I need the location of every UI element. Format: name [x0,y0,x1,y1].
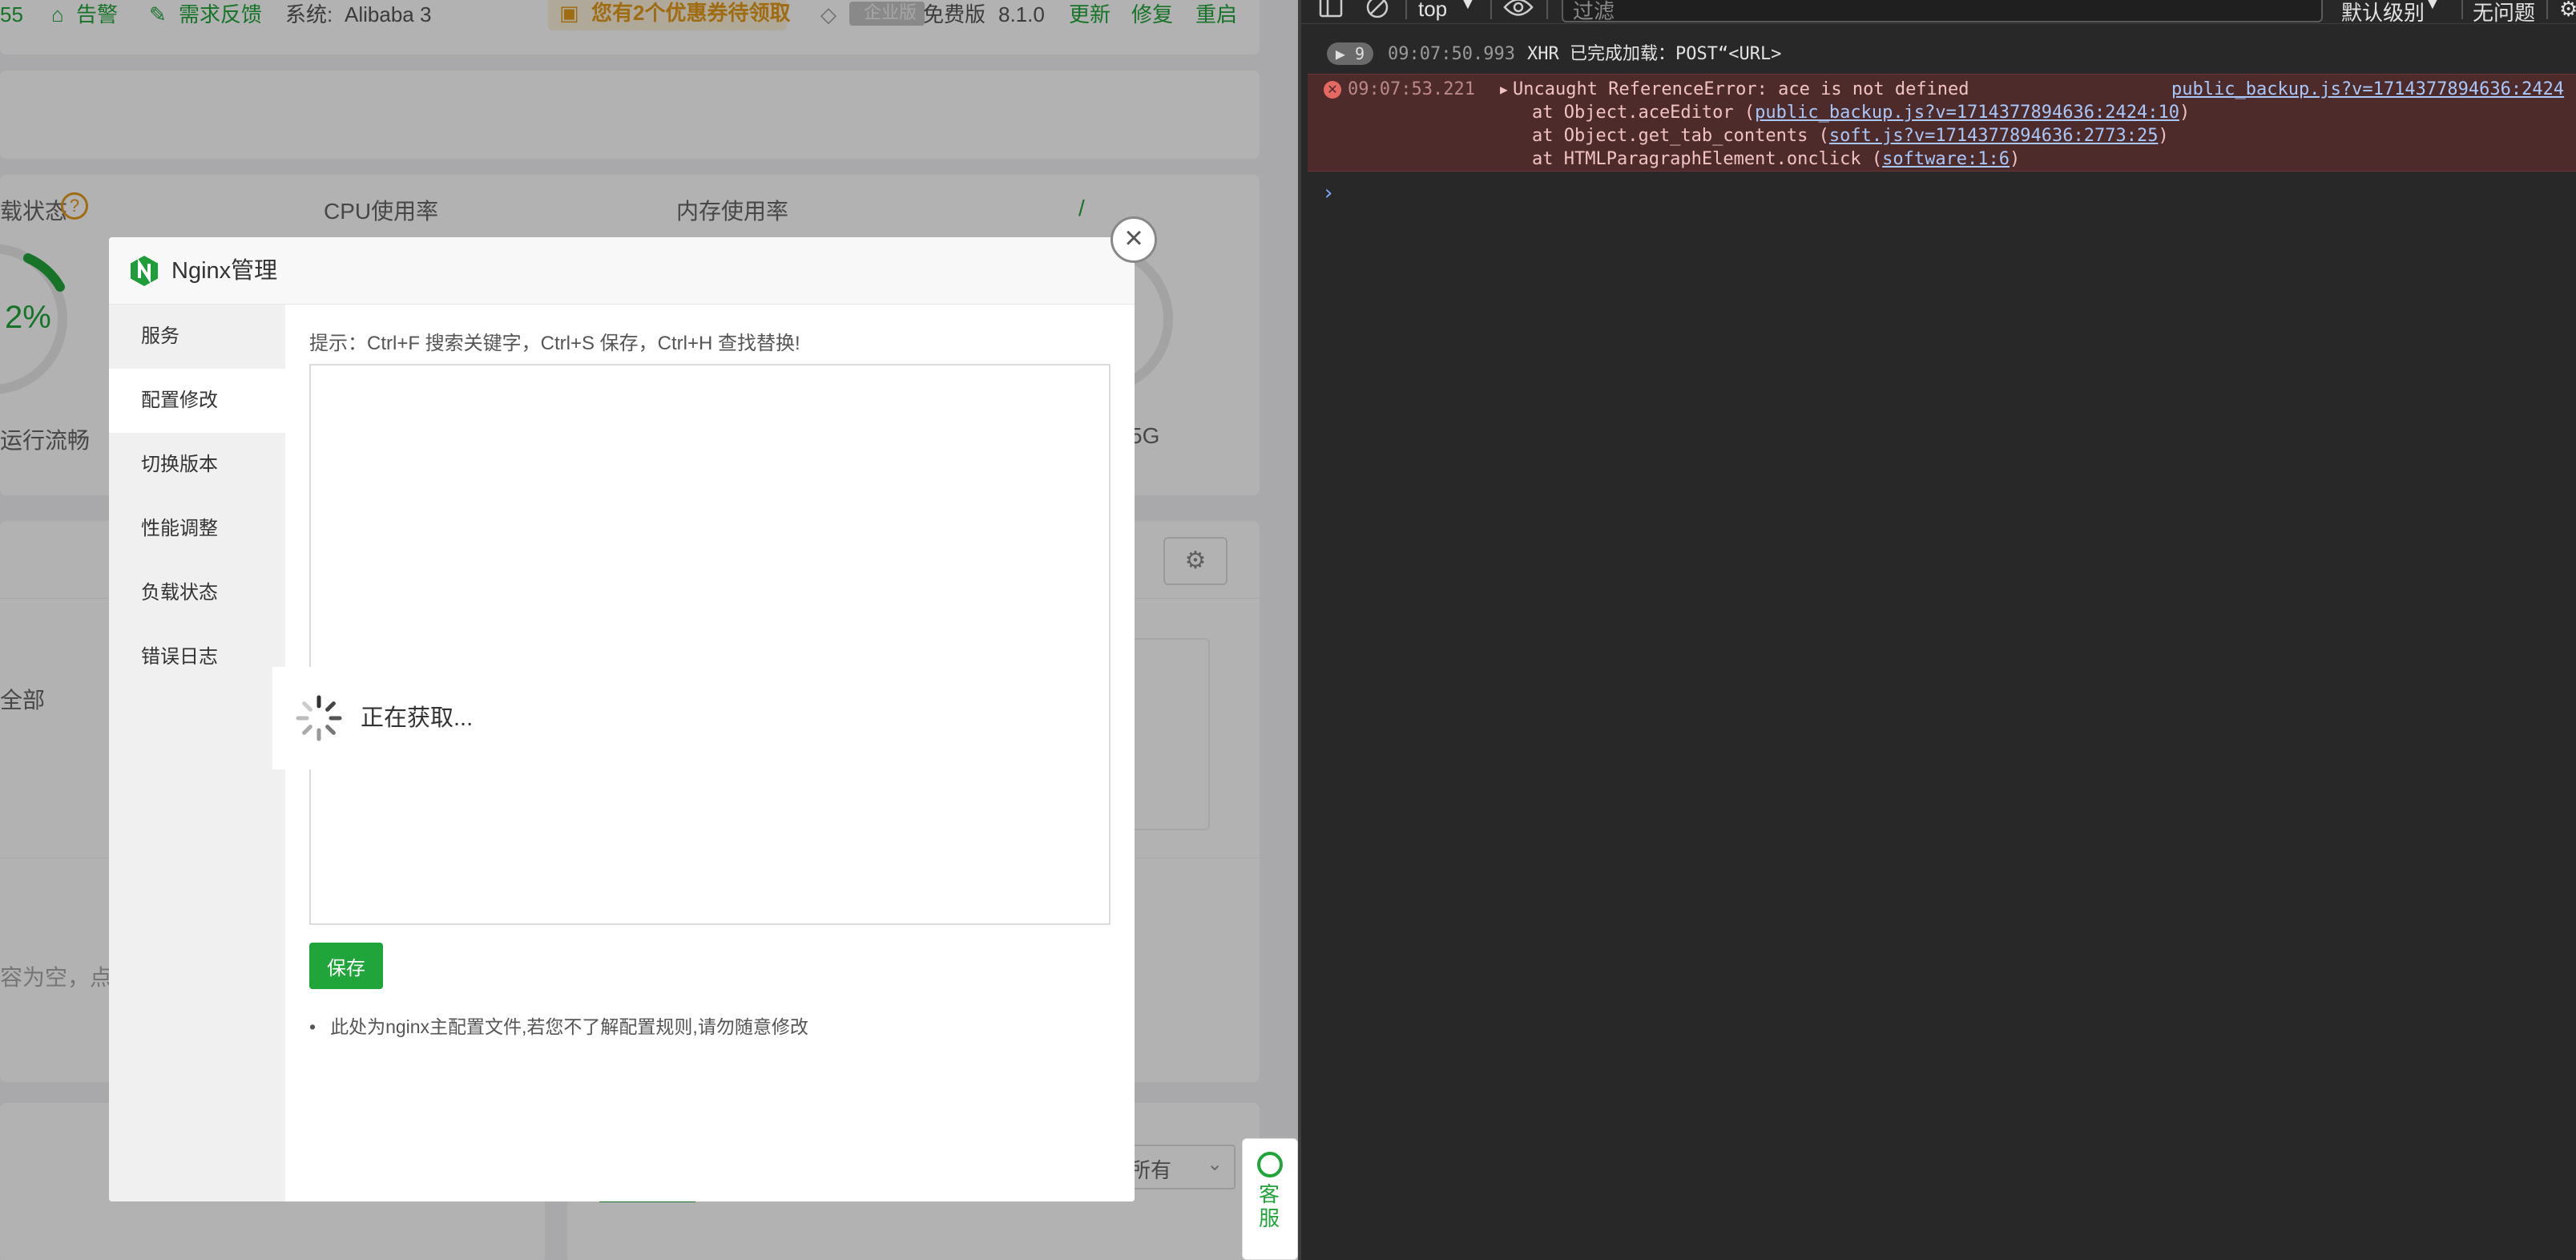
clear-console-icon[interactable] [1365,0,1389,19]
caret-down-icon: ▼ [1460,0,1476,13]
stack-link[interactable]: software:1:6 [1882,149,2010,169]
customer-service-button[interactable]: 客服 [1242,1138,1298,1260]
sidebar-item-service[interactable]: 服务 [109,305,285,369]
error-timestamp: 09:07:53.221 [1348,79,1475,99]
nginx-dialog: Nginx管理 服务 配置修改 切换版本 性能调整 负载状态 错误日志 提示：C… [109,237,1135,1201]
toolbar-separator [2461,0,2463,19]
error-source-link[interactable]: public_backup.js?v=1714377894636:2424 [2171,78,2564,101]
console-prompt[interactable]: › [1322,181,1335,205]
expand-triangle-icon: ▶ [1335,44,1345,63]
caret-down-icon: ▼ [2425,0,2441,13]
issues-button[interactable]: 无问题 [2473,0,2535,26]
dialog-sidebar: 服务 配置修改 切换版本 性能调整 负载状态 错误日志 [109,305,285,1201]
config-note: 此处为nginx主配置文件,若您不了解配置规则,请勿随意修改 [309,1012,808,1039]
settings-icon[interactable]: ⚙ [2559,0,2576,22]
stack-link[interactable]: soft.js?v=1714377894636:2773:25 [1829,126,2159,146]
eye-icon[interactable] [1503,0,1534,18]
context-selector[interactable]: top [1418,0,1447,22]
stack-link[interactable]: public_backup.js?v=1714377894636:2424:10 [1755,103,2179,123]
headset-icon [1257,1152,1283,1177]
sidebar-item-load-status[interactable]: 负载状态 [109,561,285,625]
toolbar-separator [2546,0,2548,19]
toolbar-separator [1405,0,1407,19]
dialog-title: Nginx管理 [171,258,278,284]
shortcut-hint: 提示：Ctrl+F 搜索关键字，Ctrl+S 保存，Ctrl+H 查找替换! [309,333,800,354]
loading-text: 正在获取... [361,705,474,731]
close-icon[interactable]: × [1111,216,1157,263]
spinner-icon [296,695,342,741]
sidebar-toggle-icon[interactable] [1319,0,1343,18]
console-toolbar: top ▼ 过滤 默认级别 ▼ 无问题 ⚙ [1301,0,2576,26]
error-message: Uncaught ReferenceError: ace is not defi… [1513,79,1969,99]
xhr-message: XHR 已完成加载：POST“<URL> [1527,44,1782,64]
toolbar-separator [1490,0,1492,19]
dialog-header: Nginx管理 [109,237,1135,305]
stack-line: at HTMLParagraphElement.onclick (softwar… [1532,149,2021,169]
app-area: 55 ⌂ 告警 ✎ 需求反馈 系统: Alibaba 3 ▣ 您有2个优惠券待领… [0,0,1298,1260]
xhr-timestamp: 09:07:50.993 [1388,44,1515,64]
log-count-badge[interactable]: ▶ 9 [1327,42,1373,65]
nginx-logo-icon [131,256,158,286]
stack-line: at Object.get_tab_contents (soft.js?v=17… [1532,126,2169,146]
sidebar-item-version[interactable]: 切换版本 [109,433,285,497]
error-icon: ✕ [1324,81,1341,99]
console-filter-input[interactable]: 过滤 [1562,0,2323,23]
toolbar-separator [1546,0,1548,19]
config-editor[interactable] [309,364,1111,925]
save-button[interactable]: 保存 [309,943,383,989]
loading-box: 正在获取... [272,667,559,769]
devtools-console: top ▼ 过滤 默认级别 ▼ 无问题 ⚙ ▶ 9 09:07:50.993 X… [1298,0,2576,1260]
customer-service-label: 客服 [1258,1182,1280,1230]
log-level-dropdown[interactable]: 默认级别 [2341,0,2425,26]
stack-line: at Object.aceEditor (public_backup.js?v=… [1532,103,2191,123]
sidebar-item-error-log[interactable]: 错误日志 [109,625,285,689]
expand-triangle-icon[interactable]: ▶ [1500,78,1508,101]
error-log-row[interactable]: ✕ 09:07:53.221 ▶ Uncaught ReferenceError… [1308,74,2576,172]
sidebar-item-performance[interactable]: 性能调整 [109,497,285,561]
sidebar-item-config[interactable]: 配置修改 [109,369,285,433]
